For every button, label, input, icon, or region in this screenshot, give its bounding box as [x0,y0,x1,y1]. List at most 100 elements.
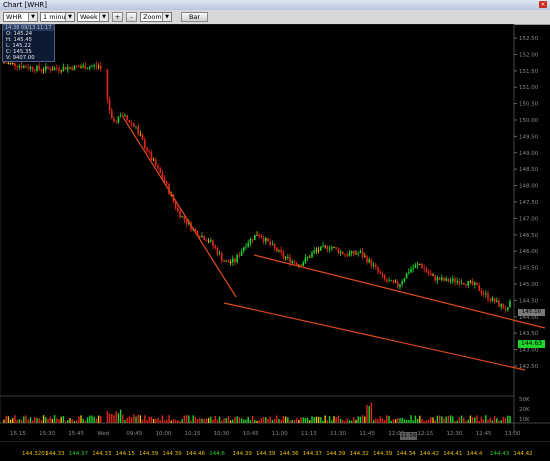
interval-select[interactable]: 1 minute ▼ [40,12,75,22]
ticker-price: 144.15 [116,451,136,457]
candle-body [67,67,69,70]
ticker-price: 144.32 [350,451,369,457]
candle-body [40,69,43,71]
candle-body [31,66,34,70]
candle-body [311,253,313,258]
ticker-price: 144.37 [69,451,89,457]
candle-body [471,281,474,285]
candle-body [128,119,131,123]
candle-body [436,277,439,281]
symbol-select[interactable]: WHR ▼ [3,12,38,22]
candle-body [95,65,98,67]
candle-body [212,240,214,246]
candle-body [291,261,293,263]
candle-body [199,236,201,238]
candle-body [42,70,45,72]
candle-body [135,126,137,128]
chevron-down-icon[interactable]: ▼ [28,13,37,21]
candle-body [251,239,254,241]
candle-body [337,248,340,254]
chevron-down-icon[interactable]: ▼ [162,13,171,21]
candle-body [397,282,399,287]
candle-body [287,257,289,258]
candle-body [405,273,408,279]
candle-body [210,240,212,242]
candle-body [441,277,443,280]
zoom-select[interactable]: Zoom ▼ [140,12,172,22]
ticker-price: 144.43 [490,451,510,457]
candle-body [377,267,379,272]
candle-body [205,240,208,242]
candle-body [9,62,12,64]
close-icon[interactable]: × [539,1,547,8]
ohlc-info-box: 14:38 09/13 11:17 O: 145.24 H: 145.45 L:… [2,24,55,62]
candle-body [23,65,25,68]
candle-body [117,116,120,123]
candle-body [372,264,375,266]
ticker-price: 144.6 [209,451,225,457]
chevron-down-icon[interactable]: ▼ [99,13,108,21]
time-axis-label: 10:45 [243,431,259,437]
candle-body [425,268,428,272]
ticker-price: 144.41 [443,451,462,457]
candle-body [69,67,71,69]
price-chart[interactable]: 152.50 152.00 151.50 151.00 150.50 150.00 149.… [0,24,550,441]
candle-body [113,118,115,122]
zoom-out-button[interactable]: - [126,12,137,22]
ticker-price: 144.39 [373,451,393,457]
candle-body [324,245,326,247]
bar-style-button[interactable]: Bar [181,12,208,22]
candle-body [14,63,16,67]
candle-body [238,255,241,257]
candle-body [326,246,329,250]
price-axis-label: 149.00 [519,151,539,157]
candle-body [366,256,368,263]
candle-body [452,278,454,281]
candle-body [359,251,362,253]
candle-body [45,66,47,71]
chevron-down-icon[interactable]: ▼ [65,13,74,21]
candle-body [346,255,348,256]
price-axis-label: 152.00 [519,52,539,58]
marker-price-badge: 145.16 [518,309,545,316]
candle-body [315,250,318,252]
candle-body [412,267,414,269]
candle-body [276,247,278,252]
candle-body [394,282,397,283]
time-axis-label: 10:30 [214,431,230,437]
candle-body [236,255,238,263]
candle-body [181,215,183,218]
candle-body [273,243,276,248]
price-axis-label: 143.00 [519,348,539,354]
candle-body [403,278,406,282]
candle-body [458,280,461,284]
candle-body [18,65,21,68]
candle-body [491,297,494,301]
candle-body [51,69,54,71]
candle-body [56,67,58,69]
ticker-price: 144.3201 [22,451,48,457]
candle-body [3,62,5,64]
ticker-price: 144.33 [92,451,112,457]
candle-body [447,278,450,282]
candle-body [144,139,146,149]
range-select[interactable]: Week ▼ [77,12,109,22]
candle-body [159,168,161,174]
price-axis-label: 150.00 [519,118,539,124]
candle-body [295,262,298,265]
candle-body [243,247,245,252]
ticker-price: 144.42 [420,451,439,457]
ticker-price: 144.42 [513,451,532,457]
candle-body [240,251,243,256]
zoom-in-button[interactable]: + [112,12,123,22]
candle-body [383,274,386,280]
candle-body [474,282,476,285]
candle-body [355,253,357,255]
candle-body [91,66,93,67]
candle-body [432,275,434,277]
candle-body [139,134,142,136]
ticker-price: 144.33 [45,451,65,457]
candle-body [328,248,331,250]
candle-body [482,293,485,295]
candle-body [313,250,315,254]
